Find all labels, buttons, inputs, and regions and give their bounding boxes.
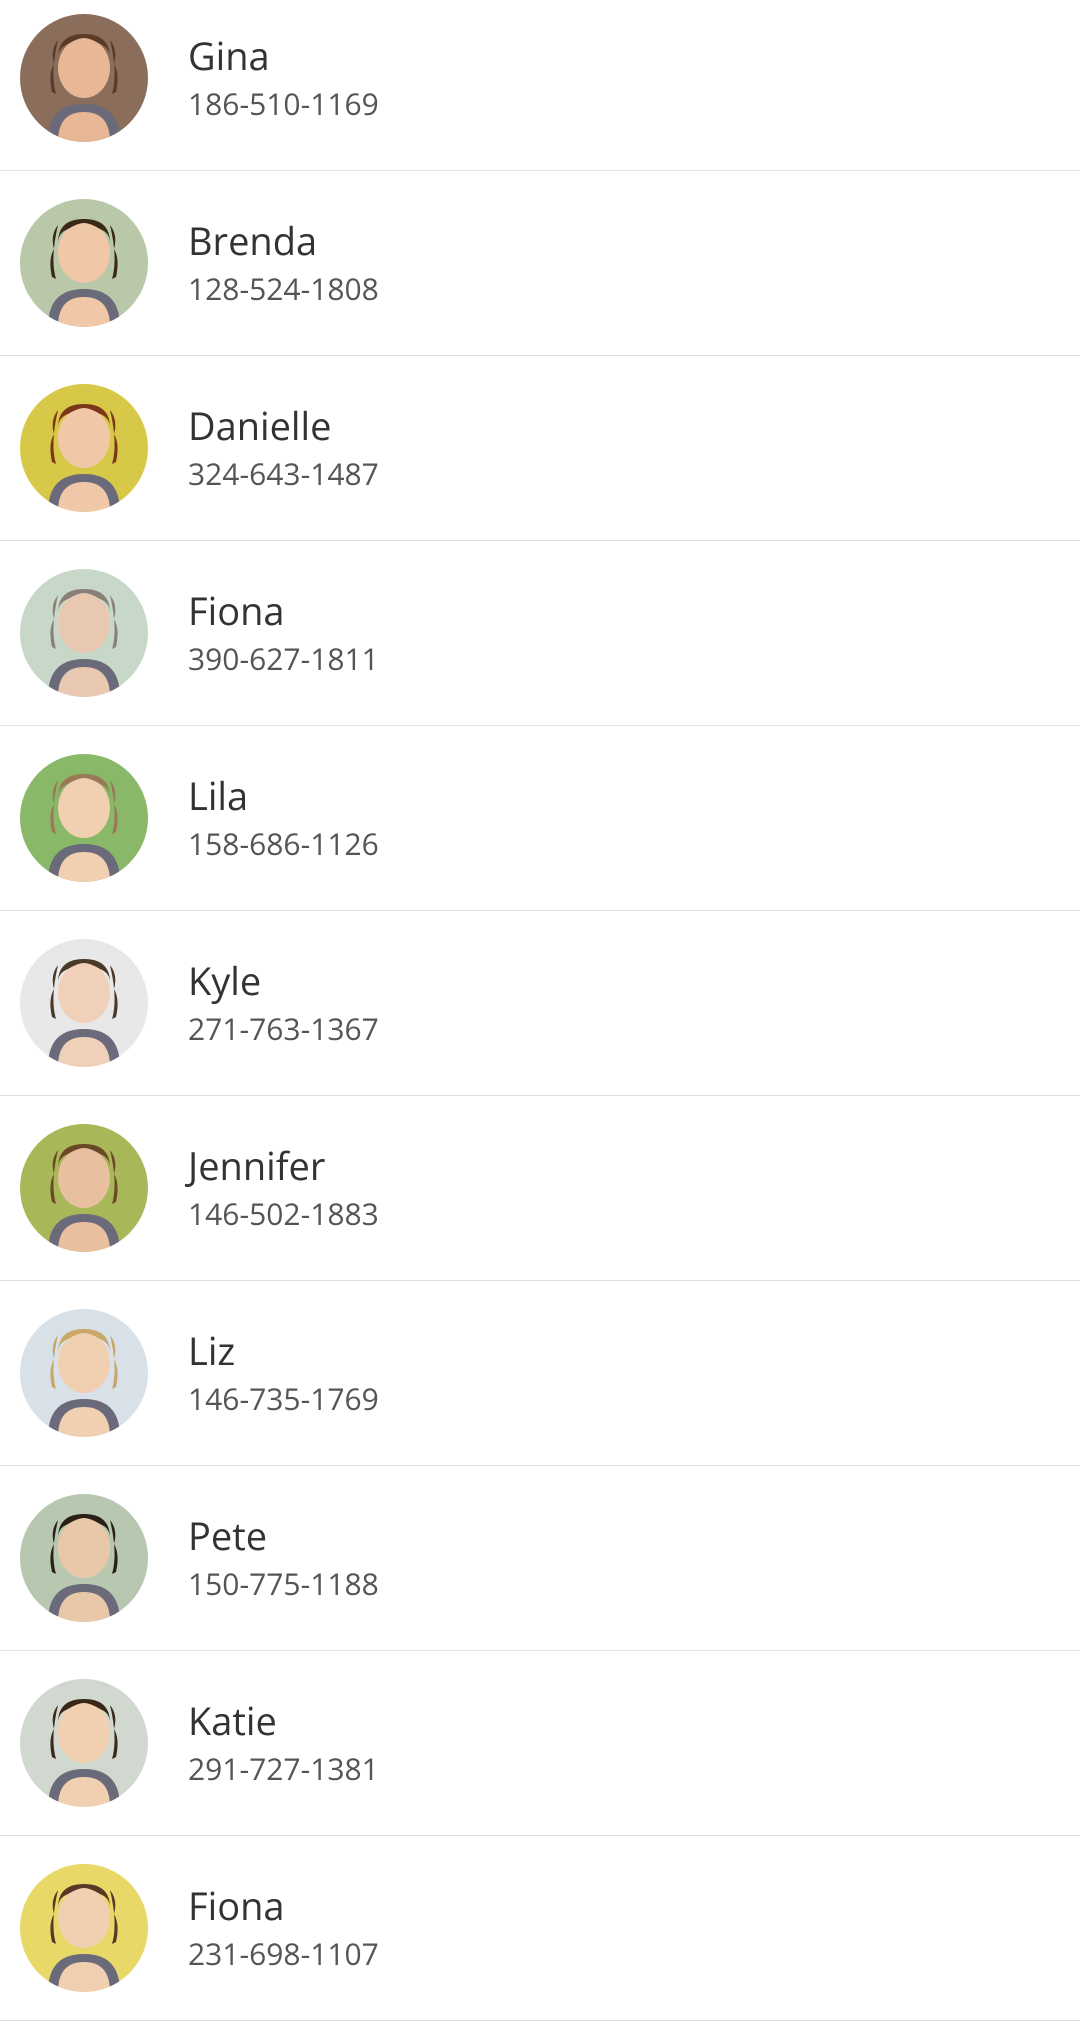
- contact-name: Danielle: [188, 404, 379, 450]
- contact-item[interactable]: Jennifer 146-502-1883: [0, 1096, 1080, 1281]
- contact-item[interactable]: Brenda 128-524-1808: [0, 171, 1080, 356]
- avatar: [20, 384, 148, 512]
- contact-phone: 271-763-1367: [188, 1011, 379, 1047]
- contact-info: Kyle 271-763-1367: [188, 959, 379, 1047]
- contact-info: Brenda 128-524-1808: [188, 219, 379, 307]
- avatar: [20, 199, 148, 327]
- contact-info: Gina 186-510-1169: [188, 34, 379, 122]
- contact-phone: 324-643-1487: [188, 456, 379, 492]
- contact-list: Gina 186-510-1169 Brenda 128-524-1808 Dani…: [0, 0, 1080, 2021]
- contact-phone: 146-735-1769: [188, 1381, 379, 1417]
- contact-phone: 158-686-1126: [188, 826, 379, 862]
- contact-info: Katie 291-727-1381: [188, 1699, 379, 1787]
- contact-name: Kyle: [188, 959, 379, 1005]
- contact-info: Lila 158-686-1126: [188, 774, 379, 862]
- contact-name: Katie: [188, 1699, 379, 1745]
- contact-phone: 186-510-1169: [188, 86, 379, 122]
- avatar: [20, 14, 148, 142]
- contact-item[interactable]: Kyle 271-763-1367: [0, 911, 1080, 1096]
- avatar: [20, 939, 148, 1067]
- contact-item[interactable]: Danielle 324-643-1487: [0, 356, 1080, 541]
- contact-name: Pete: [188, 1514, 379, 1560]
- contact-info: Fiona 231-698-1107: [188, 1884, 379, 1972]
- contact-name: Brenda: [188, 219, 379, 265]
- contact-item[interactable]: Fiona 390-627-1811: [0, 541, 1080, 726]
- contact-name: Fiona: [188, 589, 379, 635]
- contact-phone: 390-627-1811: [188, 641, 379, 677]
- avatar: [20, 1864, 148, 1992]
- avatar: [20, 569, 148, 697]
- avatar: [20, 1124, 148, 1252]
- contact-item[interactable]: Lila 158-686-1126: [0, 726, 1080, 911]
- contact-info: Liz 146-735-1769: [188, 1329, 379, 1417]
- contact-phone: 150-775-1188: [188, 1566, 379, 1602]
- avatar: [20, 754, 148, 882]
- contact-item[interactable]: Pete 150-775-1188: [0, 1466, 1080, 1651]
- contact-info: Jennifer 146-502-1883: [188, 1144, 379, 1232]
- contact-name: Lila: [188, 774, 379, 820]
- contact-phone: 128-524-1808: [188, 271, 379, 307]
- contact-item[interactable]: Gina 186-510-1169: [0, 0, 1080, 171]
- contact-phone: 231-698-1107: [188, 1936, 379, 1972]
- contact-info: Pete 150-775-1188: [188, 1514, 379, 1602]
- contact-name: Jennifer: [188, 1144, 379, 1190]
- avatar: [20, 1494, 148, 1622]
- contact-info: Danielle 324-643-1487: [188, 404, 379, 492]
- contact-item[interactable]: Liz 146-735-1769: [0, 1281, 1080, 1466]
- contact-name: Gina: [188, 34, 379, 80]
- contact-phone: 146-502-1883: [188, 1196, 379, 1232]
- contact-name: Fiona: [188, 1884, 379, 1930]
- contact-info: Fiona 390-627-1811: [188, 589, 379, 677]
- avatar: [20, 1309, 148, 1437]
- avatar: [20, 1679, 148, 1807]
- contact-item[interactable]: Katie 291-727-1381: [0, 1651, 1080, 1836]
- contact-phone: 291-727-1381: [188, 1751, 379, 1787]
- contact-item[interactable]: Fiona 231-698-1107: [0, 1836, 1080, 2021]
- contact-name: Liz: [188, 1329, 379, 1375]
